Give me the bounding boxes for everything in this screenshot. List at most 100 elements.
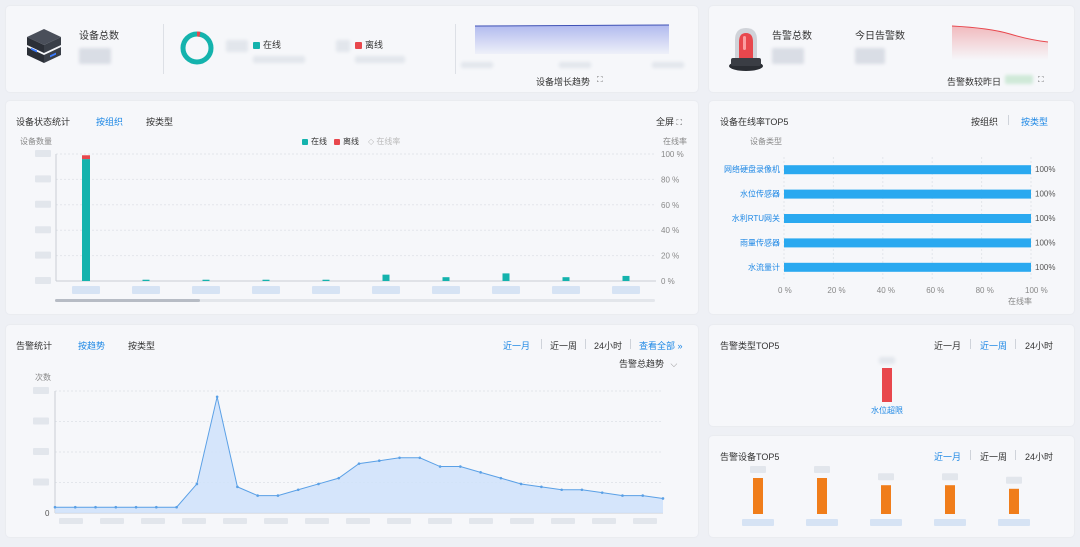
y-axis-tick-label (33, 448, 49, 455)
category-label: 雨量传感器 (740, 237, 780, 247)
growth-axis-label-start (461, 62, 493, 68)
x-axis-date-label (264, 518, 288, 524)
x-axis-date-label (223, 518, 247, 524)
y-axis-tick-label (33, 478, 49, 486)
alarm-trend-point (560, 488, 563, 492)
device-status-chart: 100 % 80 % 60 % 40 % 20 % 0 % (35, 150, 684, 294)
category-label: 网络硬盘录像机 (724, 164, 780, 174)
left-axis-tick-label (35, 150, 51, 157)
x-axis-date-label (551, 518, 575, 524)
alarm-trend-point (296, 488, 300, 492)
x-axis-date-label (305, 518, 329, 524)
bar-value-label: 100% (1035, 214, 1055, 223)
alarm-trend-point (499, 476, 503, 480)
device-overview-card: 设备总数 在线 离线 设备增长趋势 ⛶ (6, 6, 698, 92)
alarm-trend-point (114, 505, 118, 509)
alarm-trend-point (418, 456, 422, 460)
alarm-type-bar (882, 368, 892, 402)
alarm-trend-point (621, 494, 624, 497)
left-axis-tick-label (35, 277, 51, 284)
online-bar (322, 279, 330, 281)
alarm-device-bar (881, 485, 891, 514)
online-bar (622, 275, 630, 281)
x-axis-tick-label: 40 % (877, 286, 895, 295)
alarm-trend-chart: 0 (33, 387, 665, 524)
alarm-trend-point (73, 505, 77, 509)
alarm-trend-point (195, 482, 199, 486)
device-growth-sparkline (474, 24, 670, 54)
alarm-device-top5-card: 告警设备TOP5 近一月 近一周 24小时 (709, 436, 1074, 537)
alarm-trend-point (317, 482, 320, 486)
alarm-trend-point (215, 395, 219, 399)
x-axis-category-label (312, 286, 340, 294)
alarm-type-bar-label: 水位超限 (871, 406, 903, 415)
device-name-label (806, 519, 838, 526)
right-axis-tick-label: 20 % (661, 252, 679, 261)
x-axis-category-label (132, 286, 160, 294)
online-bar (562, 277, 570, 281)
x-axis-date-label (100, 518, 124, 524)
left-axis-tick-label (35, 200, 51, 208)
online-bar (142, 279, 150, 281)
offline-bar (82, 155, 90, 160)
online-bar (502, 273, 510, 281)
online-bar (382, 274, 390, 281)
device-name-label (870, 519, 902, 526)
left-axis-tick-label (35, 175, 51, 183)
alarm-compare-label: 告警数较昨日 (947, 77, 1002, 87)
bar-value-label (1006, 476, 1022, 484)
device-stack-icon (27, 29, 61, 63)
x-axis-tick-label: 80 % (976, 286, 994, 295)
expand-icon[interactable]: ⛶ (597, 76, 605, 84)
chart-scroll-track[interactable] (55, 299, 655, 302)
alarm-stats-card: 告警统计 按趋势 按类型 近一月 近一周 24小时 查看全部 » 告警总趋势 ⌵… (6, 325, 698, 537)
online-count-value (226, 40, 248, 52)
category-label: 水位传感器 (740, 189, 780, 199)
bar-value-label: 100% (1035, 238, 1055, 247)
x-axis-tick-label: 20 % (827, 286, 845, 295)
x-axis-category-label (252, 286, 280, 294)
right-axis-tick-label: 80 % (661, 175, 679, 184)
alarm-trend-point (641, 494, 645, 497)
online-ratio-donut (180, 31, 214, 65)
alarm-trend-point (337, 476, 341, 480)
bar-value-label (878, 473, 894, 481)
bar-value-label (942, 473, 958, 481)
x-axis-date-label (633, 518, 657, 524)
online-rate-chart: 0 % 20 % 40 % 60 % 80 % 100 %在线率 网络硬盘录像机 100% 水位… (724, 157, 1055, 306)
right-axis-tick-label: 0 % (661, 277, 675, 286)
x-axis-date-label (141, 518, 165, 524)
alarm-trend-point (276, 494, 280, 497)
x-axis-category-label (432, 286, 460, 294)
alarm-trend-point (580, 488, 584, 492)
alarm-trend-point (155, 505, 158, 509)
alarm-trend-point (600, 491, 604, 494)
x-axis-category-label (372, 286, 400, 294)
device-status-card: 设备状态统计 按组织 按类型 全屏 ⛶ 设备数量 在线率 在线 离线 ◇ 在线率… (6, 101, 698, 314)
y-axis-tick-label (33, 417, 49, 425)
online-rate-bar (784, 262, 1031, 272)
bar-value-label (814, 466, 830, 473)
online-bar (202, 279, 210, 281)
right-axis-tick-label: 40 % (661, 226, 679, 235)
chart-scroll-thumb[interactable] (55, 299, 200, 302)
growth-axis-label-end (652, 62, 684, 68)
x-axis-category-label (552, 286, 580, 294)
alarm-trend-point (53, 505, 57, 509)
device-total-label: 设备总数 (79, 31, 119, 42)
expand-icon[interactable]: ⛶ (1038, 76, 1046, 84)
bar-value-label: 100% (1035, 263, 1055, 272)
alarm-device-bar (945, 485, 955, 514)
x-axis-date-label (428, 518, 452, 524)
right-axis-tick-label: 100 % (661, 150, 684, 159)
alarm-trend-point (398, 456, 401, 460)
growth-axis-label-mid (559, 62, 591, 68)
alarm-trend-point (256, 494, 259, 497)
offline-legend: 离线 (355, 38, 383, 51)
alarm-type-top5-card: 告警类型TOP5 近一月 近一周 24小时 水位超限 (709, 325, 1074, 426)
online-legend-swatch (253, 42, 260, 50)
device-name-label (742, 519, 774, 526)
alarm-trend-point (519, 482, 523, 486)
offline-legend-label: 离线 (365, 40, 384, 50)
alarm-total-label: 告警总数 (772, 31, 812, 42)
